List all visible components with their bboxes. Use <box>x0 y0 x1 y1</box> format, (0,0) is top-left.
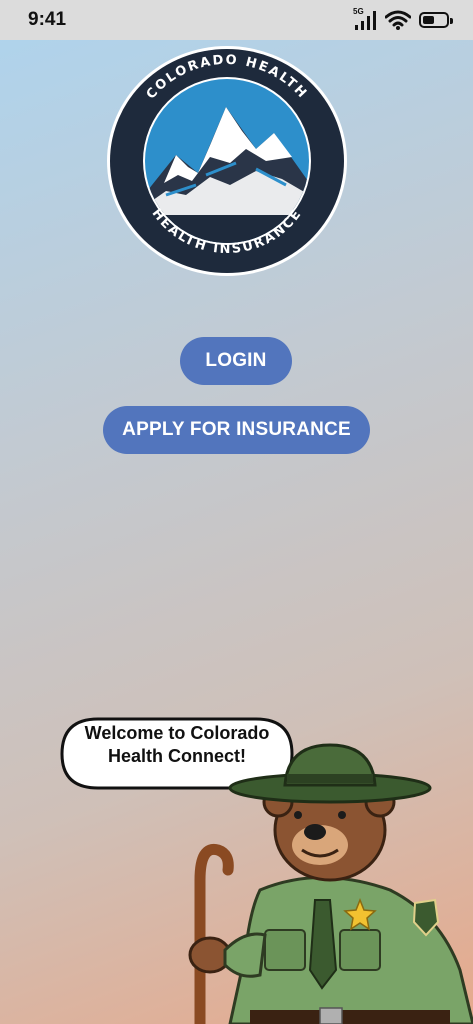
status-icons: 5G <box>353 7 453 31</box>
app-screen: 9:41 5G COLORADO HEALTH HEALTH INSURANCE… <box>0 0 473 1024</box>
colorado-health-logo: COLORADO HEALTH HEALTH INSURANCE <box>107 46 347 276</box>
login-button[interactable]: LOGIN <box>180 337 292 385</box>
wifi-icon <box>385 10 411 30</box>
apply-for-insurance-button[interactable]: APPLY FOR INSURANCE <box>103 406 370 454</box>
status-bar: 9:41 5G <box>0 0 473 40</box>
status-time: 9:41 <box>28 9 67 30</box>
signal-icon: 5G <box>353 7 377 31</box>
ranger-bear-mascot-illustration <box>188 743 473 1024</box>
battery-icon <box>419 12 453 28</box>
